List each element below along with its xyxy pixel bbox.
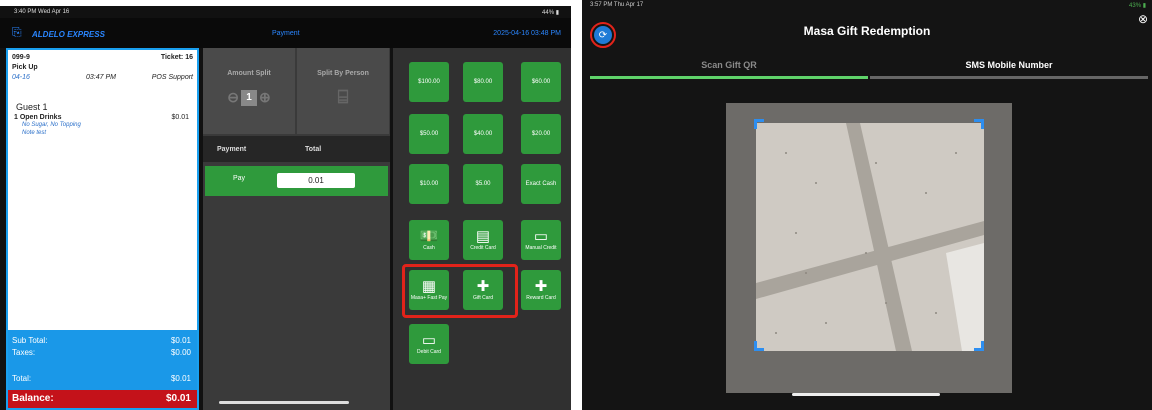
scan-corner-bottom-right: [974, 341, 984, 351]
manual-card-icon: ▭: [533, 228, 549, 245]
item-note: Note test: [22, 130, 47, 136]
order-number: 099-9: [12, 54, 30, 61]
close-icon[interactable]: ⊗: [1138, 12, 1148, 26]
split-count: 1: [241, 89, 257, 106]
total-column-header: Total: [305, 146, 322, 153]
plus-icon[interactable]: ⊕: [259, 89, 271, 106]
order-time: 03:47 PM: [86, 74, 116, 81]
amount-40-button[interactable]: $40.00: [463, 114, 503, 154]
status-bar: 3:40 PM Wed Apr 16 44% ▮: [0, 6, 571, 18]
home-indicator: [792, 393, 940, 396]
highlight-box: [402, 264, 518, 318]
active-tab-indicator: [590, 76, 868, 79]
ticket-panel: 099-9 Ticket: 16 Pick Up 04-16 03:47 PM …: [6, 48, 199, 410]
item-price: $0.01: [171, 114, 189, 121]
scan-corner-top-right: [974, 119, 984, 129]
item-name[interactable]: 1 Open Drinks: [14, 114, 61, 121]
amount-100-button[interactable]: $100.00: [409, 62, 449, 102]
item-modifiers: No Sugar, No Topping: [22, 122, 81, 128]
credit-card-button[interactable]: ▤ Credit Card: [463, 220, 503, 260]
ticket-number: Ticket: 16: [160, 54, 193, 61]
header-bar: ⎘ ALDELO EXPRESS Payment 2025-04-16 03:4…: [0, 18, 571, 48]
payment-column-header: Payment: [217, 146, 247, 153]
order-date: 04-16: [12, 74, 30, 81]
amount-80-button[interactable]: $80.00: [463, 62, 503, 102]
home-indicator: [219, 401, 349, 404]
balance-value: $0.01: [165, 393, 191, 404]
balance-bar: Balance: $0.01: [8, 390, 197, 408]
inactive-tab-indicator: [870, 76, 1148, 79]
logout-icon[interactable]: ⎘: [12, 25, 22, 40]
amount-split-label: Amount Split: [227, 70, 271, 77]
order-type: Pick Up: [12, 64, 38, 71]
credit-card-icon: ▤: [475, 228, 491, 245]
gift-redemption-screen: 3:57 PM Thu Apr 17 43% ▮ ⟳ Masa Gift Red…: [582, 0, 1152, 410]
amount-10-button[interactable]: $10.00: [409, 164, 449, 204]
subtotal-value: $0.01: [170, 336, 191, 345]
totals-section: Sub Total: $0.01 Taxes: $0.00 Total: $0.…: [8, 330, 197, 390]
battery-status: 44% ▮: [542, 10, 559, 16]
reward-card-button[interactable]: ✚ Reward Card: [521, 270, 561, 310]
total-label: Total:: [12, 374, 32, 383]
cash-icon: 💵: [419, 228, 439, 245]
split-by-person-button[interactable]: Split By Person ⌸: [297, 48, 389, 134]
debit-card-button[interactable]: ▭ Debit Card: [409, 324, 449, 364]
masa-reward-icon: ✚: [534, 278, 548, 295]
scan-corner-top-left: [754, 119, 764, 129]
tab-scan-gift-qr[interactable]: Scan Gift QR: [590, 60, 868, 70]
cash-button[interactable]: 💵 Cash: [409, 220, 449, 260]
split-panel: Amount Split ⊖ 1 ⊕ Split By Person ⌸ Pay…: [203, 48, 390, 410]
pay-label: Pay: [233, 175, 246, 182]
scan-corner-bottom-left: [754, 341, 764, 351]
amount-50-button[interactable]: $50.00: [409, 114, 449, 154]
tab-sms-mobile-number[interactable]: SMS Mobile Number: [870, 60, 1148, 70]
manual-credit-button[interactable]: ▭ Manual Credit: [521, 220, 561, 260]
brand-logo: ALDELO EXPRESS: [32, 30, 105, 39]
taxes-label: Taxes:: [12, 348, 36, 357]
battery-status: 43% ▮: [1129, 3, 1146, 9]
station-name: POS Support: [151, 74, 193, 81]
total-value: $0.01: [170, 374, 191, 383]
pay-row[interactable]: Pay 0.01: [205, 166, 388, 196]
status-bar: 3:57 PM Thu Apr 17 43% ▮: [582, 0, 1152, 12]
debit-card-icon: ▭: [421, 332, 437, 349]
minus-icon[interactable]: ⊖: [227, 89, 239, 106]
status-time: 3:57 PM Thu Apr 17: [590, 2, 644, 8]
amount-split-button[interactable]: Amount Split ⊖ 1 ⊕: [203, 48, 295, 134]
amount-60-button[interactable]: $60.00: [521, 62, 561, 102]
pos-payment-screen: 3:40 PM Wed Apr 16 44% ▮ ⎘ ALDELO EXPRES…: [0, 6, 571, 410]
amount-5-button[interactable]: $5.00: [463, 164, 503, 204]
balance-label: Balance:: [12, 393, 54, 404]
status-time: 3:40 PM Wed Apr 16: [14, 9, 70, 15]
exact-cash-button[interactable]: Exact Cash: [521, 164, 561, 204]
taxes-value: $0.00: [170, 348, 191, 357]
ceiling-camera-image: [726, 103, 1012, 393]
payment-table-header: Payment Total: [203, 136, 390, 162]
header-datetime: 2025-04-16 03:48 PM: [493, 30, 561, 37]
subtotal-label: Sub Total:: [12, 336, 48, 345]
camera-viewfinder: [726, 103, 1012, 393]
page-title: Payment: [272, 30, 300, 37]
tender-panel: $100.00 $80.00 $60.00 $50.00 $40.00 $20.…: [393, 48, 571, 410]
guest-label: Guest 1: [16, 102, 48, 112]
dining-table-icon: ⌸: [337, 87, 349, 107]
page-title: Masa Gift Redemption: [803, 24, 931, 38]
amount-20-button[interactable]: $20.00: [521, 114, 561, 154]
split-by-person-label: Split By Person: [317, 70, 369, 77]
pay-amount-input[interactable]: 0.01: [277, 173, 355, 188]
